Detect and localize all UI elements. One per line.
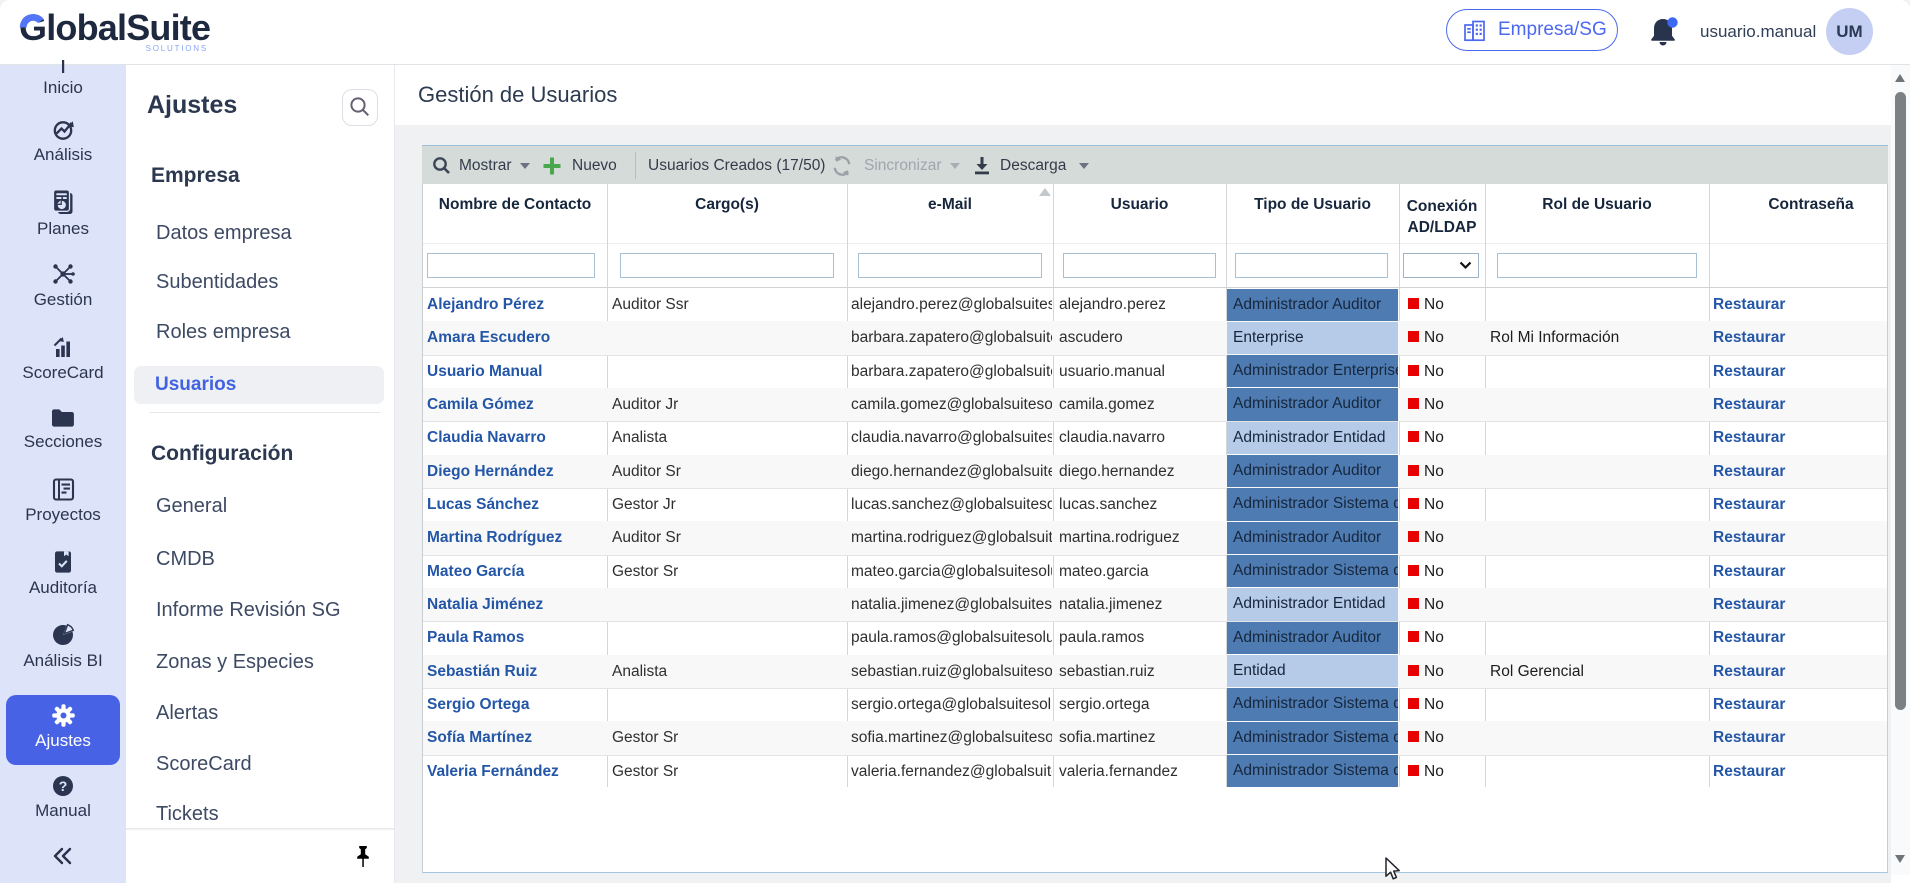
svg-text:?: ? xyxy=(59,778,68,794)
